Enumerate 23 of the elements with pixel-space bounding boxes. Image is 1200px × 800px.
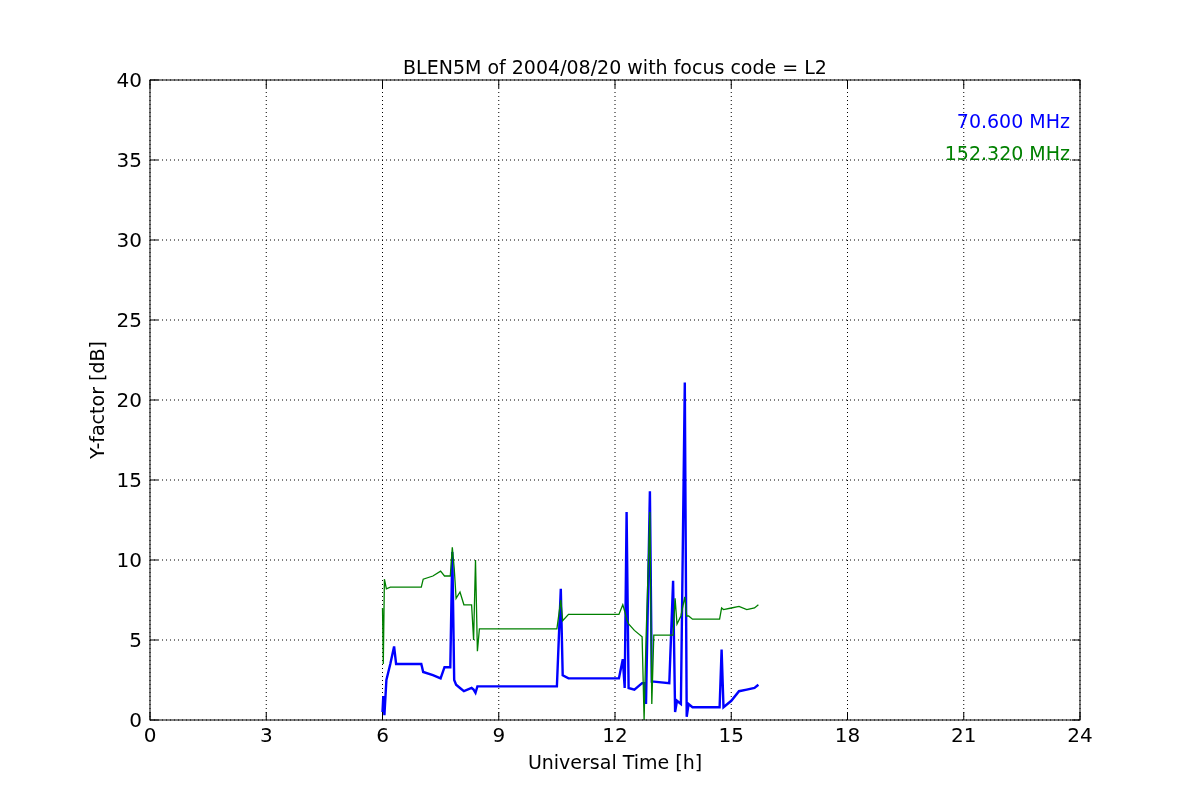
y-tick-label: 10 — [116, 548, 142, 572]
y-tick-label: 30 — [116, 228, 142, 252]
y-tick-label: 25 — [116, 308, 142, 332]
legend-label: 70.600 MHz — [956, 110, 1070, 132]
x-tick-label: 9 — [492, 723, 506, 747]
y-tick-label: 20 — [116, 388, 142, 412]
y-tick-label: 40 — [116, 68, 142, 92]
x-tick-label: 24 — [1067, 723, 1093, 747]
y-tick-label: 0 — [129, 708, 142, 732]
x-axis-label: Universal Time [h] — [527, 751, 703, 773]
y-tick-label: 5 — [129, 628, 142, 652]
x-tick-label: 18 — [834, 723, 861, 747]
y-tick-label: 35 — [116, 148, 142, 172]
x-tick-label: 3 — [259, 723, 273, 747]
legend-label: 152.320 MHz — [944, 142, 1070, 164]
y-tick-label: 15 — [116, 468, 142, 492]
x-tick-label: 15 — [718, 723, 744, 747]
x-tick-label: 6 — [376, 723, 389, 747]
y-axis-label: Y-factor [dB] — [86, 341, 108, 459]
x-tick-label: 0 — [143, 723, 157, 747]
x-tick-label: 12 — [602, 723, 628, 747]
chart-title: BLEN5M of 2004/08/20 with focus code = L2 — [403, 56, 827, 78]
x-tick-label: 21 — [951, 723, 977, 747]
